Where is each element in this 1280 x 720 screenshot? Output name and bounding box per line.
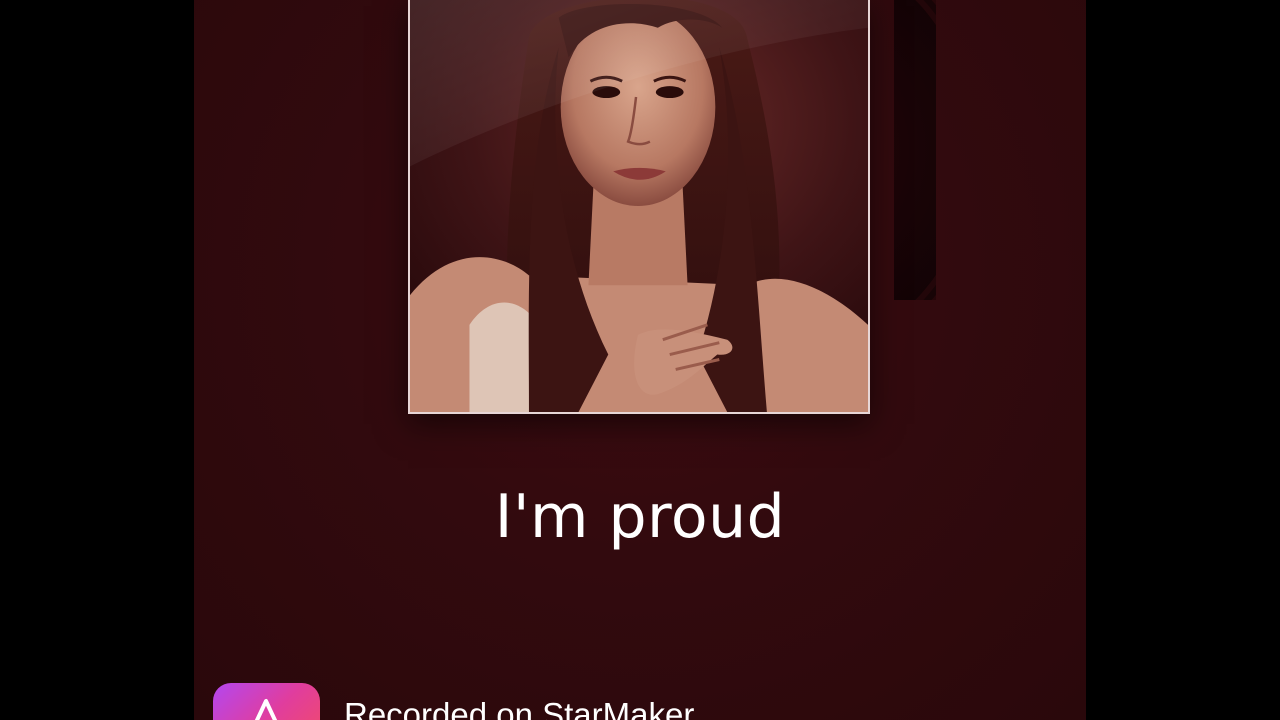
album-cover xyxy=(408,0,870,414)
album-cover-portrait xyxy=(410,0,868,412)
recorded-on-footer: Recorded on StarMaker xyxy=(213,683,694,720)
player-panel: I'm proud Recorded on StarMaker xyxy=(194,0,1086,720)
recorded-on-label: Recorded on StarMaker xyxy=(344,696,695,720)
vinyl-record xyxy=(894,0,936,300)
starmaker-logo-icon xyxy=(213,683,320,720)
video-frame: I'm proud Recorded on StarMaker xyxy=(0,0,1280,720)
vinyl-disc xyxy=(894,0,936,300)
song-title: I'm proud xyxy=(494,482,786,552)
starmaker-triangle-icon xyxy=(254,699,278,720)
